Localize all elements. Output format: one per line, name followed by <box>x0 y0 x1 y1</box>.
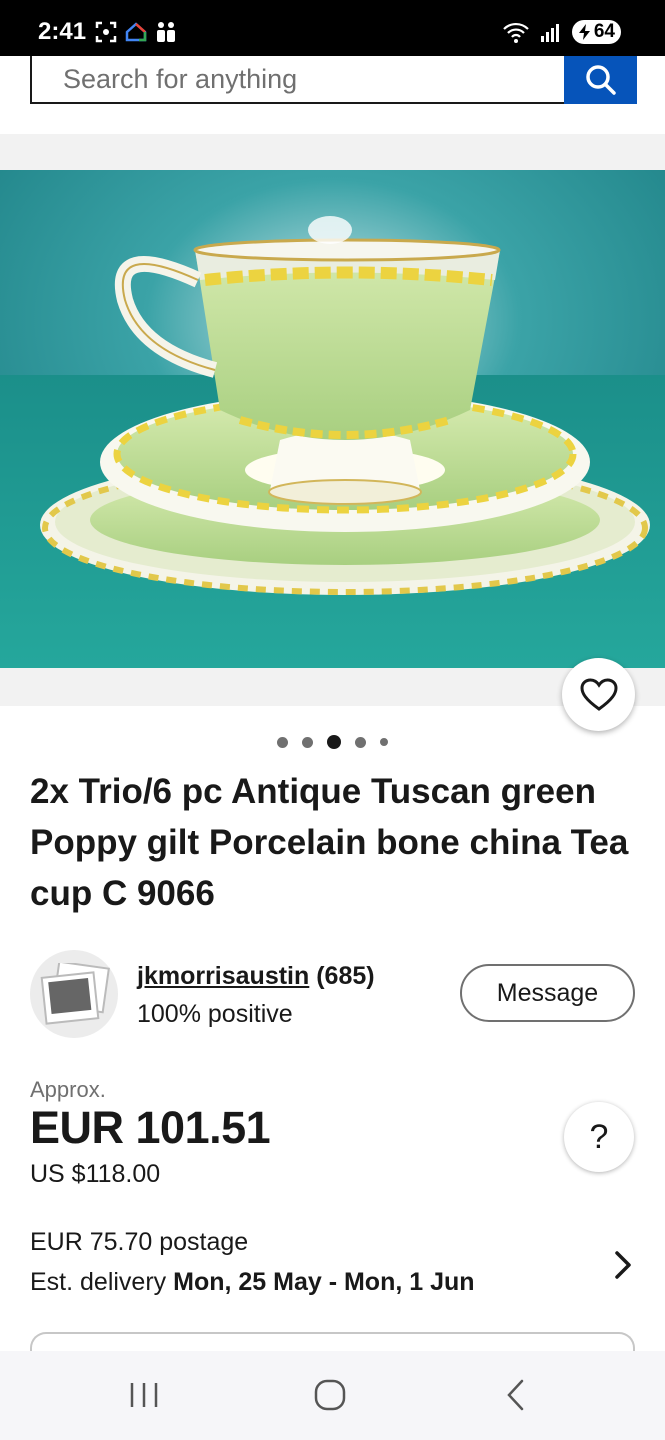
question-icon: ? <box>589 1117 609 1156</box>
status-icons-right: 64 <box>502 20 621 44</box>
wifi-icon <box>503 22 529 43</box>
product-image[interactable] <box>0 170 665 668</box>
search-button[interactable] <box>564 56 637 104</box>
gallery-dot[interactable] <box>302 736 313 748</box>
gallery-dot[interactable] <box>355 736 366 748</box>
signal-icon <box>540 24 559 42</box>
gallery-dot-active[interactable] <box>327 735 341 749</box>
teacup-trio-photo <box>0 170 665 668</box>
listing-title: 2x Trio/6 pc Antique Tuscan green Poppy … <box>30 772 629 913</box>
search-bar: Search for anything <box>0 56 665 134</box>
family-icon <box>157 22 175 42</box>
status-icons-left <box>94 20 178 44</box>
battery-level: 64 <box>593 21 615 42</box>
screenshot-icon <box>95 21 117 43</box>
back-icon <box>507 1379 524 1411</box>
image-gallery[interactable] <box>0 134 665 706</box>
seller-feedback-count: (685) <box>316 962 375 990</box>
recent-apps-button[interactable] <box>114 1373 174 1417</box>
seller-info: jkmorrisaustin (685) <box>137 962 375 991</box>
gallery-pagination <box>0 734 665 750</box>
gallery-dot[interactable] <box>380 738 388 746</box>
postage-cost: EUR 75.70 postage <box>30 1228 249 1256</box>
converted-price: EUR 101.51 <box>30 1102 271 1153</box>
navigation-bar <box>0 1351 665 1440</box>
search-icon <box>585 65 616 95</box>
home-app-icon <box>125 22 147 42</box>
seller-positive-rating: 100% positive <box>137 1000 293 1028</box>
status-time: 2:41 <box>38 18 87 45</box>
home-button[interactable] <box>300 1373 360 1417</box>
original-price: US $118.00 <box>30 1160 161 1188</box>
chevron-right-icon[interactable] <box>606 1248 640 1282</box>
heart-icon <box>579 677 618 711</box>
search-input[interactable]: Search for anything <box>30 56 566 104</box>
battery-icon: 64 <box>571 20 621 44</box>
delivery-estimate: Est. delivery Mon, 25 May - Mon, 1 Jun <box>30 1268 475 1297</box>
seller-name-link[interactable]: jkmorrisaustin <box>137 962 309 990</box>
approx-label: Approx. <box>30 1077 106 1102</box>
back-button[interactable] <box>486 1373 546 1417</box>
delivery-label: Est. delivery <box>30 1268 167 1296</box>
search-placeholder: Search for anything <box>63 63 298 94</box>
seller-avatar[interactable] <box>30 950 118 1038</box>
charging-icon <box>578 24 590 40</box>
gallery-dot[interactable] <box>277 736 288 748</box>
watch-button[interactable] <box>562 658 635 731</box>
photo-placeholder-icon <box>40 963 110 1025</box>
recent-apps-icon <box>130 1383 158 1407</box>
message-button[interactable]: Message <box>460 964 635 1022</box>
delivery-range: Mon, 25 May - Mon, 1 Jun <box>173 1268 475 1296</box>
status-bar: 2:41 64 <box>0 0 665 56</box>
help-button[interactable]: ? <box>564 1102 634 1172</box>
home-icon <box>314 1379 346 1411</box>
